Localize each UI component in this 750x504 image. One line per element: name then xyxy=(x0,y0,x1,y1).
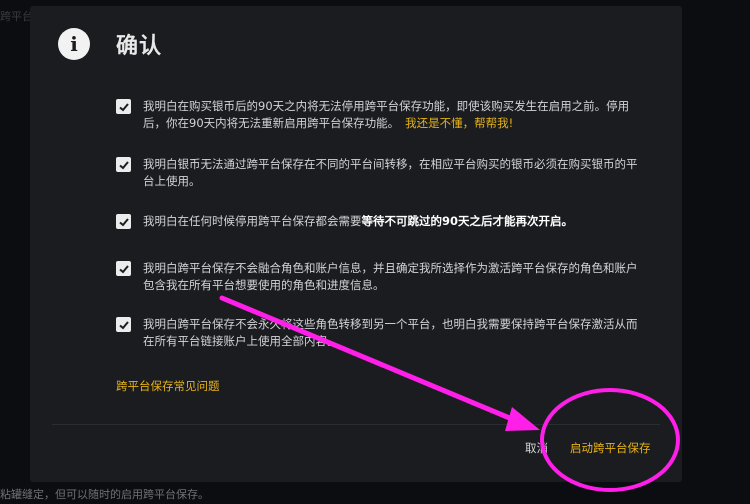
confirm-item-5-label: 我明白跨平台保存不会永久将这些角色转移到另一个平台，也明白我需要保持跨平台保存激… xyxy=(143,317,638,348)
confirm-item-1[interactable]: 我明白在购买银币后的90天之内将无法停用跨平台保存功能，即使该购买发生在启用之前… xyxy=(116,98,656,132)
help-link[interactable]: 我还是不懂，帮帮我! xyxy=(405,116,513,130)
confirm-item-4-label: 我明白跨平台保存不会融合角色和账户信息，并且确定我所选择作为激活跨平台保存的角色… xyxy=(143,261,638,292)
confirm-item-3[interactable]: 我明白在任何时候停用跨平台保存都会需要等待不可跳过的90天之后才能再次开启。 xyxy=(116,213,656,230)
confirm-item-4[interactable]: 我明白跨平台保存不会融合角色和账户信息，并且确定我所选择作为激活跨平台保存的角色… xyxy=(116,260,656,294)
background-text-top: 跨平台 xyxy=(0,10,33,23)
confirm-item-1-text: 我明白在购买银币后的90天之内将无法停用跨平台保存功能，即使该购买发生在启用之前… xyxy=(143,98,643,132)
confirm-item-1-label: 我明白在购买银币后的90天之内将无法停用跨平台保存功能，即使该购买发生在启用之前… xyxy=(143,99,630,130)
confirm-item-3-bold: 等待不可跳过的90天之后才能再次开启。 xyxy=(361,214,574,228)
confirm-item-2-label: 我明白银币无法通过跨平台保存在不同的平台间转移，在相应平台购买的银币必须在购买银… xyxy=(143,157,638,188)
confirm-item-5[interactable]: 我明白跨平台保存不会永久将这些角色转移到另一个平台，也明白我需要保持跨平台保存激… xyxy=(116,316,656,350)
dialog-header: i 确认 xyxy=(58,28,162,60)
checkmark-icon xyxy=(118,217,129,226)
cancel-button[interactable]: 取消 xyxy=(525,440,548,456)
checkmark-icon xyxy=(118,320,129,329)
info-icon: i xyxy=(58,28,90,60)
checkbox-1[interactable] xyxy=(116,99,131,114)
faq-link[interactable]: 跨平台保存常见问题 xyxy=(116,378,220,394)
confirm-item-3-text: 我明白在任何时候停用跨平台保存都会需要等待不可跳过的90天之后才能再次开启。 xyxy=(143,213,643,230)
confirm-item-3-label: 我明白在任何时候停用跨平台保存都会需要 xyxy=(143,214,362,228)
background-text-bottom: 粘罐缝定，但可以随时的启用跨平台保存。 xyxy=(0,488,209,501)
checkmark-icon xyxy=(118,160,129,169)
dialog-title: 确认 xyxy=(116,34,163,59)
confirm-item-2[interactable]: 我明白银币无法通过跨平台保存在不同的平台间转移，在相应平台购买的银币必须在购买银… xyxy=(116,156,656,190)
checkmark-icon xyxy=(118,102,129,111)
checkbox-4[interactable] xyxy=(116,261,131,276)
confirm-dialog: i 确认 我明白在购买银币后的90天之内将无法停用跨平台保存功能，即使该购买发生… xyxy=(30,6,682,482)
footer-divider xyxy=(52,424,660,425)
checkmark-icon xyxy=(118,264,129,273)
checkbox-3[interactable] xyxy=(116,214,131,229)
enable-cross-save-button[interactable]: 启动跨平台保存 xyxy=(570,440,651,456)
checkbox-5[interactable] xyxy=(116,317,131,332)
checkbox-2[interactable] xyxy=(116,157,131,172)
